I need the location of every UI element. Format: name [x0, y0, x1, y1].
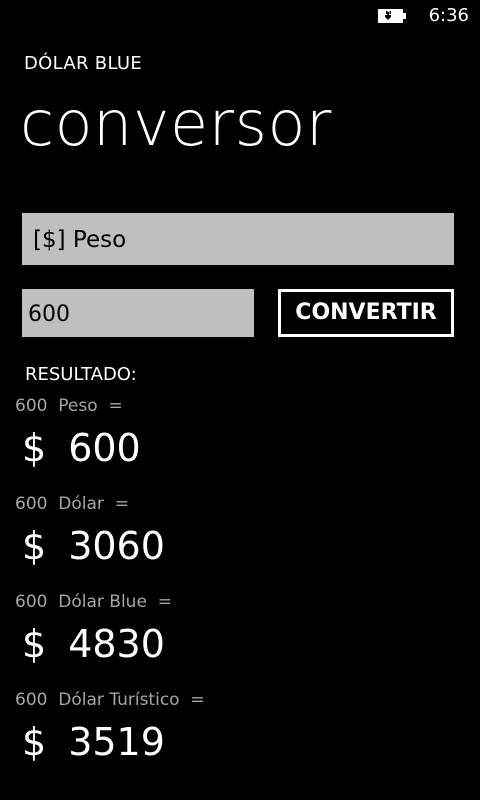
- result-equals: =: [157, 592, 172, 612]
- result-value: $3060: [22, 524, 165, 568]
- result-amount: 600: [15, 592, 48, 612]
- results-list: 600 Peso = $600 600 Dólar = $3060 600 Dó…: [0, 392, 480, 784]
- result-item-dolar-turistico: 600 Dólar Turístico = $3519: [0, 686, 480, 784]
- currency-select[interactable]: [$] Peso: [22, 213, 454, 265]
- result-value: $600: [22, 426, 141, 470]
- result-caption: 600 Dólar Blue =: [15, 592, 172, 612]
- result-item-peso: 600 Peso = $600: [0, 392, 480, 490]
- status-time: 6:36: [428, 5, 469, 26]
- currency-symbol: $: [22, 622, 47, 666]
- result-amount: 600: [15, 396, 48, 416]
- result-label: RESULTADO:: [25, 364, 137, 385]
- result-number: 4830: [68, 622, 165, 666]
- convert-button[interactable]: CONVERTIR: [278, 289, 454, 337]
- result-currency: Dólar Blue: [58, 592, 147, 612]
- battery-charging-icon: [378, 9, 406, 23]
- result-equals: =: [114, 494, 129, 514]
- result-value: $3519: [22, 720, 165, 764]
- result-caption: 600 Peso =: [15, 396, 123, 416]
- result-item-dolar-blue: 600 Dólar Blue = $4830: [0, 588, 480, 686]
- result-number: 3060: [68, 524, 165, 568]
- result-currency: Peso: [58, 396, 98, 416]
- app-title: DÓLAR BLUE: [24, 53, 143, 74]
- result-caption: 600 Dólar =: [15, 494, 129, 514]
- result-number: 600: [68, 426, 141, 470]
- result-number: 3519: [68, 720, 165, 764]
- result-currency: Dólar: [58, 494, 104, 514]
- result-amount: 600: [15, 690, 48, 710]
- result-value: $4830: [22, 622, 165, 666]
- result-equals: =: [190, 690, 205, 710]
- amount-input[interactable]: [22, 289, 254, 337]
- result-amount: 600: [15, 494, 48, 514]
- page-title: conversor: [20, 87, 332, 160]
- result-currency: Dólar Turístico: [58, 690, 180, 710]
- status-bar: 6:36: [0, 0, 480, 32]
- currency-symbol: $: [22, 524, 47, 568]
- currency-symbol: $: [22, 426, 47, 470]
- result-item-dolar: 600 Dólar = $3060: [0, 490, 480, 588]
- result-caption: 600 Dólar Turístico =: [15, 690, 205, 710]
- currency-symbol: $: [22, 720, 47, 764]
- result-equals: =: [108, 396, 123, 416]
